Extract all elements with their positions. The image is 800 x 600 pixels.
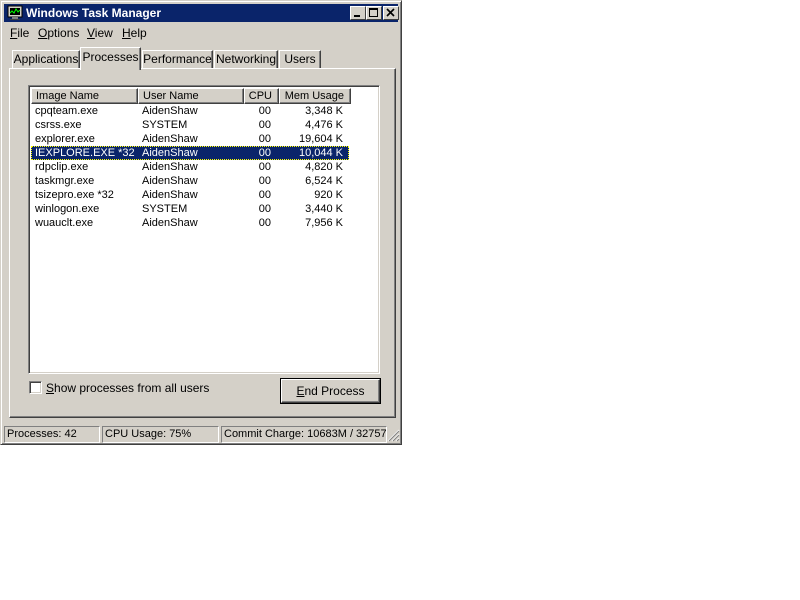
status-cpu-usage: CPU Usage: 75%: [102, 426, 219, 443]
table-row-selected[interactable]: IEXPLORE.EXE *32 AidenShaw 00 10,044 K: [31, 146, 349, 160]
cell-image-name: rdpclip.exe: [35, 161, 89, 173]
cell-mem-usage: 6,524 K: [305, 175, 343, 187]
menu-view[interactable]: View: [87, 26, 113, 40]
minimize-icon: [354, 15, 360, 17]
minimize-button[interactable]: [350, 6, 366, 20]
task-manager-icon: [7, 5, 23, 20]
menu-bar: File Options View Help: [4, 24, 398, 42]
cell-user-name: AidenShaw: [142, 161, 198, 173]
column-header-user-name[interactable]: User Name: [138, 88, 244, 104]
menu-file[interactable]: File: [10, 26, 29, 40]
menu-options[interactable]: Options: [38, 26, 79, 40]
process-list[interactable]: Image Name User Name CPU Mem Usage cpqte…: [28, 85, 380, 374]
cell-user-name: AidenShaw: [142, 147, 198, 159]
maximize-button[interactable]: [366, 6, 382, 20]
cell-image-name: csrss.exe: [35, 119, 82, 131]
table-row[interactable]: csrss.exe SYSTEM 00 4,476 K: [31, 118, 349, 132]
table-row[interactable]: taskmgr.exe AidenShaw 00 6,524 K: [31, 174, 349, 188]
tab-networking[interactable]: Networking: [214, 50, 278, 69]
tab-applications[interactable]: Applications: [12, 50, 80, 69]
tab-processes[interactable]: Processes: [80, 47, 141, 70]
cell-image-name: cpqteam.exe: [35, 105, 98, 117]
table-row[interactable]: wuauclt.exe AidenShaw 00 7,956 K: [31, 216, 349, 230]
cell-image-name: wuauclt.exe: [35, 217, 94, 229]
cell-user-name: AidenShaw: [142, 105, 198, 117]
table-row[interactable]: explorer.exe AidenShaw 00 19,604 K: [31, 132, 349, 146]
end-process-button[interactable]: End Process: [281, 379, 380, 403]
show-all-users-checkbox[interactable]: [29, 381, 42, 394]
cell-image-name: winlogon.exe: [35, 203, 100, 215]
status-processes: Processes: 42: [4, 426, 100, 443]
status-commit-charge: Commit Charge: 10683M / 32757M: [221, 426, 387, 443]
table-row[interactable]: rdpclip.exe AidenShaw 00 4,820 K: [31, 160, 349, 174]
close-icon: [386, 8, 395, 17]
cell-user-name: AidenShaw: [142, 189, 198, 201]
menu-help[interactable]: Help: [122, 26, 147, 40]
cell-cpu: 00: [258, 203, 271, 215]
table-row[interactable]: cpqteam.exe AidenShaw 00 3,348 K: [31, 104, 349, 118]
table-row[interactable]: tsizepro.exe *32 AidenShaw 00 920 K: [31, 188, 349, 202]
cell-cpu: 00: [258, 133, 271, 145]
cell-image-name: IEXPLORE.EXE *32: [35, 147, 135, 159]
cell-user-name: AidenShaw: [142, 133, 198, 145]
cell-mem-usage: 7,956 K: [305, 217, 343, 229]
cell-image-name: explorer.exe: [35, 133, 95, 145]
cell-mem-usage: 10,044 K: [298, 147, 343, 159]
table-row[interactable]: winlogon.exe SYSTEM 00 3,440 K: [31, 202, 349, 216]
cell-mem-usage: 4,820 K: [305, 161, 343, 173]
cell-image-name: taskmgr.exe: [35, 175, 95, 187]
close-button[interactable]: [383, 6, 399, 20]
column-header-mem-usage[interactable]: Mem Usage: [279, 88, 351, 104]
cell-cpu: 00: [258, 161, 271, 173]
cell-user-name: AidenShaw: [142, 175, 198, 187]
cell-mem-usage: 920 K: [314, 189, 343, 201]
cell-image-name: tsizepro.exe *32: [35, 189, 114, 201]
cell-cpu: 00: [258, 147, 271, 159]
cell-mem-usage: 3,348 K: [305, 105, 343, 117]
maximize-icon: [369, 8, 378, 17]
tab-users[interactable]: Users: [279, 50, 321, 69]
title-bar[interactable]: Windows Task Manager: [4, 4, 399, 22]
column-header-cpu[interactable]: CPU: [244, 88, 279, 104]
column-header-image-name[interactable]: Image Name: [31, 88, 138, 104]
tab-performance[interactable]: Performance: [142, 50, 213, 69]
task-manager-window: Windows Task Manager File Options View H…: [0, 0, 402, 445]
cell-cpu: 00: [258, 189, 271, 201]
cell-mem-usage: 19,604 K: [298, 133, 343, 145]
cell-user-name: AidenShaw: [142, 217, 198, 229]
cell-cpu: 00: [258, 119, 271, 131]
cell-mem-usage: 4,476 K: [305, 119, 343, 131]
show-all-users-label[interactable]: Show processes from all users: [46, 381, 209, 395]
window-title: Windows Task Manager: [26, 6, 162, 20]
cell-user-name: SYSTEM: [142, 119, 188, 131]
cell-mem-usage: 3,440 K: [305, 203, 343, 215]
resize-grip-icon[interactable]: [387, 429, 400, 442]
cell-user-name: SYSTEM: [142, 203, 188, 215]
cell-cpu: 00: [258, 105, 271, 117]
cell-cpu: 00: [258, 175, 271, 187]
cell-cpu: 00: [258, 217, 271, 229]
